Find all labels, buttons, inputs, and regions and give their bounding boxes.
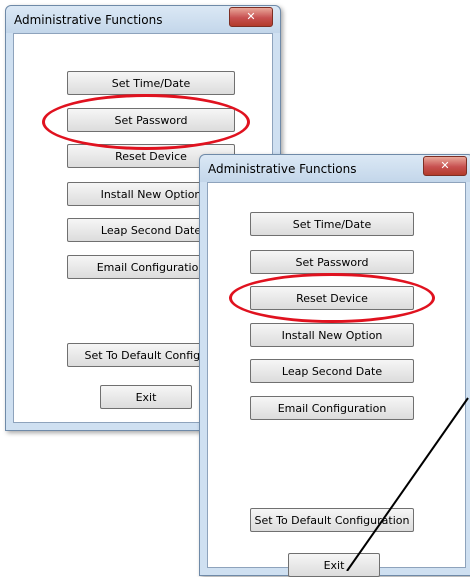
annotation-line [346,397,469,571]
pointer-line [346,397,469,571]
